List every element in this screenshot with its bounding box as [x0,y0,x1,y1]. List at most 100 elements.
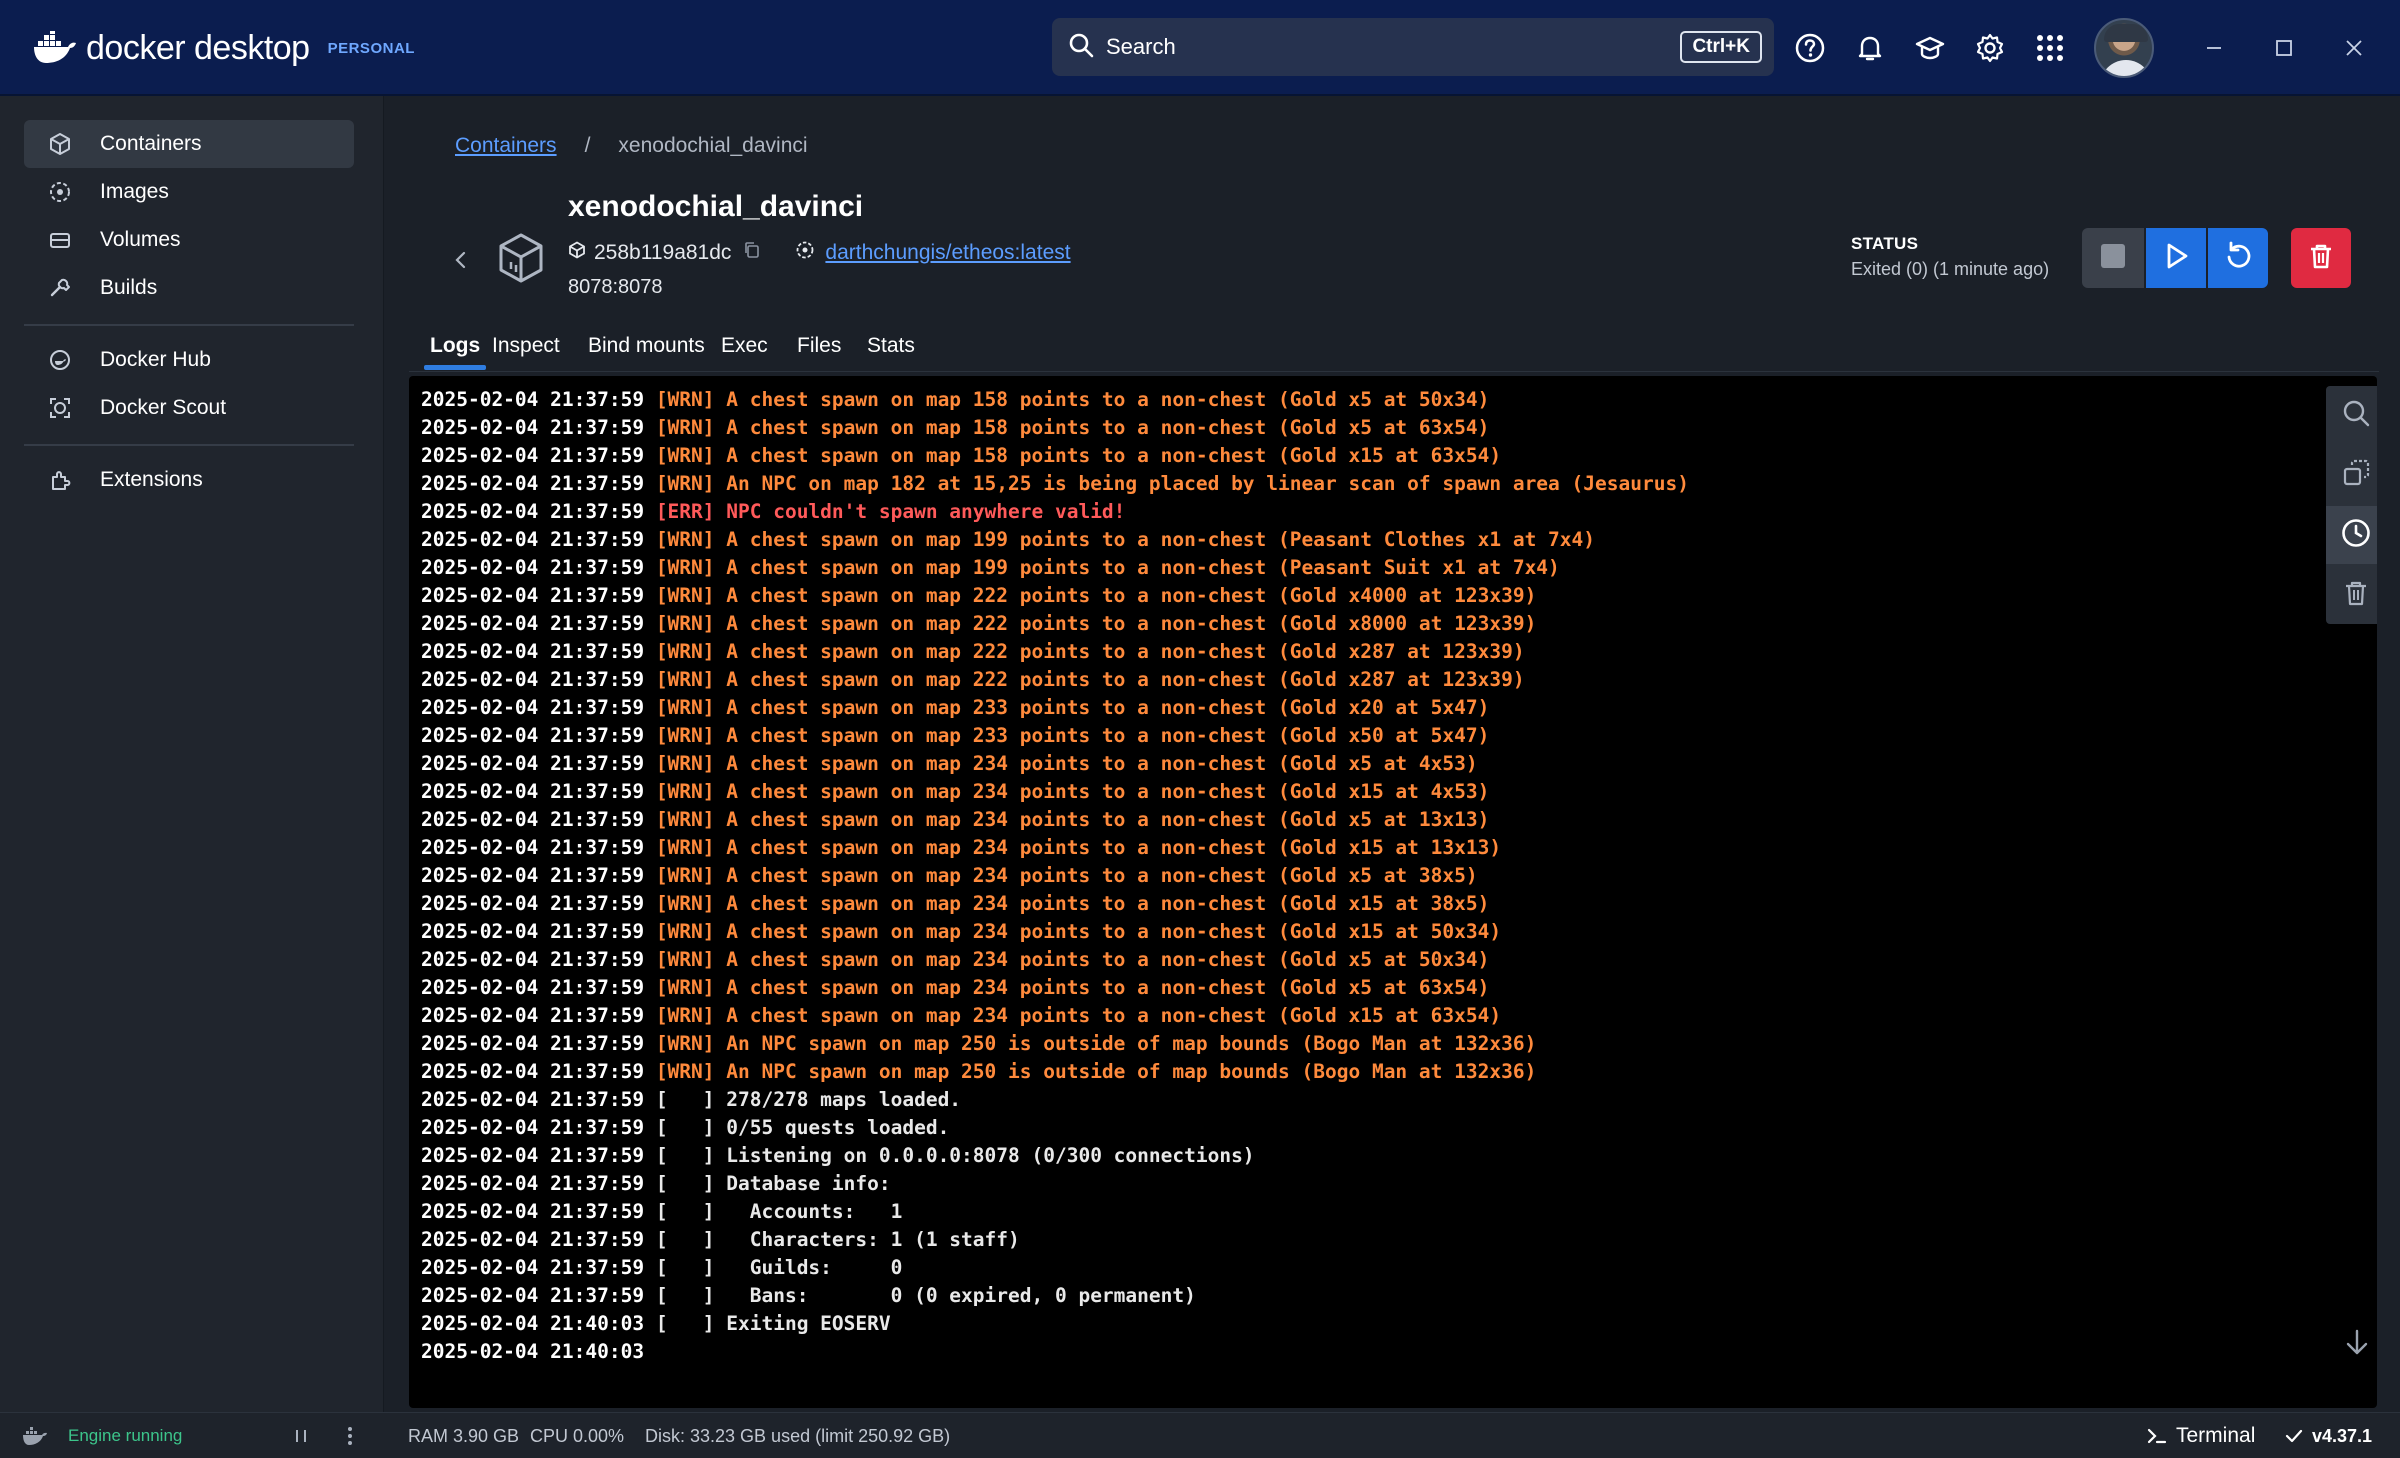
search-bar[interactable]: Search Ctrl+K [1052,18,1774,76]
log-message: [WRN] A chest spawn on map 222 points to… [655,668,1525,691]
minimize-window-icon[interactable] [2194,28,2234,68]
sidebar-item-docker-scout[interactable]: Docker Scout [24,384,354,432]
engine-status[interactable]: Engine running [68,1413,182,1458]
sidebar-item-extensions[interactable]: Extensions [24,456,354,504]
start-button[interactable] [2146,228,2206,288]
cpu-usage: CPU 0.00% [530,1425,625,1446]
apps-grid-icon[interactable] [2030,28,2070,68]
status-footer: Engine running RAM 3.90 GB CPU 0.00% Dis… [0,1412,2400,1458]
trash-icon [2306,241,2336,276]
container-name: xenodochial_davinci [568,190,864,223]
terminal-button[interactable]: Terminal [2146,1413,2255,1458]
more-options-icon[interactable] [344,1413,356,1458]
breadcrumb-containers-link[interactable]: Containers [455,134,557,158]
learning-center-icon[interactable] [1910,28,1950,68]
docker-scout-icon [46,394,74,422]
container-cube-icon [491,228,551,288]
scroll-to-bottom-button[interactable] [2339,1326,2375,1362]
log-timestamp: 2025-02-04 21:37:59 [421,808,645,831]
title-bar: docker desktop PERSONAL Search Ctrl+K [0,0,2400,96]
log-timestamp: 2025-02-04 21:37:59 [421,388,645,411]
user-avatar[interactable] [2094,18,2154,78]
copy-id-icon[interactable] [743,241,761,265]
log-line: 2025-02-04 21:37:59 [ ] Listening on 0.0… [421,1142,1689,1170]
clock-icon [2340,517,2372,554]
sidebar-item-containers[interactable]: Containers [24,120,354,168]
log-message: [WRN] A chest spawn on map 158 points to… [655,416,1490,439]
log-timestamp: 2025-02-04 21:37:59 [421,1228,645,1251]
active-tab-indicator [424,365,487,370]
log-timestamp: 2025-02-04 21:37:59 [421,1256,645,1279]
log-timestamp: 2025-02-04 21:37:59 [421,892,645,915]
log-timestamp: 2025-02-04 21:37:59 [421,1088,645,1111]
copy-icon [2341,458,2371,493]
sidebar-item-label: Containers [100,132,202,155]
help-icon[interactable] [1790,28,1830,68]
log-timestamp: 2025-02-04 21:37:59 [421,1144,645,1167]
maximize-window-icon[interactable] [2264,28,2304,68]
tab-inspect[interactable]: Inspect [492,312,560,372]
brand-name: docker desktop [86,28,310,67]
pause-engine-icon[interactable] [292,1413,310,1458]
log-message: [WRN] A chest spawn on map 234 points to… [655,808,1490,831]
settings-gear-icon[interactable] [1970,28,2010,68]
log-viewer[interactable]: 2025-02-04 21:37:59 [WRN] A chest spawn … [409,376,2377,1408]
log-timestamp: 2025-02-04 21:37:59 [421,1004,645,1027]
log-timestamp: 2025-02-04 21:37:59 [421,836,645,859]
tab-stats[interactable]: Stats [867,312,915,372]
search-icon [2341,398,2371,433]
log-line: 2025-02-04 21:40:03 [ ] Exiting EOSERV [421,1310,1689,1338]
ram-usage: RAM 3.90 GB [408,1425,520,1446]
log-message: [WRN] An NPC spawn on map 250 is outside… [655,1060,1537,1083]
tab-logs[interactable]: Logs [424,312,487,372]
log-timestamp: 2025-02-04 21:40:03 [421,1312,645,1335]
sidebar-divider [24,324,354,326]
log-message: [ ] 278/278 maps loaded. [655,1088,962,1111]
tab-bind-mounts[interactable]: Bind mounts [588,312,705,372]
log-timestamp: 2025-02-04 21:37:59 [421,1060,645,1083]
sidebar-item-images[interactable]: Images [24,168,354,216]
images-icon [46,178,74,206]
log-message: [WRN] A chest spawn on map 199 points to… [655,556,1560,579]
container-ports[interactable]: 8078:8078 [568,276,663,299]
log-line: 2025-02-04 21:37:59 [ ] Characters: 1 (1… [421,1226,1689,1254]
tab-exec[interactable]: Exec [721,312,768,372]
version-indicator[interactable]: v4.37.1 [2284,1413,2372,1458]
log-timestamp: 2025-02-04 21:37:59 [421,724,645,747]
delete-button[interactable] [2291,228,2351,288]
sidebar-item-docker-hub[interactable]: Docker Hub [24,336,354,384]
close-window-icon[interactable] [2334,28,2374,68]
log-line: 2025-02-04 21:37:59 [WRN] A chest spawn … [421,386,1689,414]
log-timestamp: 2025-02-04 21:37:59 [421,556,645,579]
log-message: [WRN] A chest spawn on map 234 points to… [655,1004,1502,1027]
tab-label: Stats [867,334,915,357]
sidebar-item-volumes[interactable]: Volumes [24,216,354,264]
back-chevron-icon[interactable] [445,244,477,276]
sidebar-item-label: Extensions [100,468,203,491]
log-line: 2025-02-04 21:37:59 [WRN] A chest spawn … [421,694,1689,722]
tab-label: Bind mounts [588,334,705,357]
log-copy-button[interactable] [2326,446,2377,504]
log-timestamp: 2025-02-04 21:37:59 [421,640,645,663]
log-message: [WRN] A chest spawn on map 234 points to… [655,948,1490,971]
container-image-link[interactable]: darthchungis/etheos:latest [825,241,1070,265]
tab-files[interactable]: Files [797,312,841,372]
restart-button[interactable] [2208,228,2268,288]
tab-label: Files [797,334,842,357]
log-message: [WRN] A chest spawn on map 234 points to… [655,780,1490,803]
sidebar-item-builds[interactable]: Builds [24,264,354,312]
stop-button[interactable] [2082,228,2144,288]
search-label: Search [1106,34,1176,59]
log-message: [WRN] A chest spawn on map 233 points to… [655,724,1490,747]
stop-icon [2098,241,2128,276]
log-search-button[interactable] [2326,386,2377,444]
log-line: 2025-02-04 21:37:59 [WRN] An NPC on map … [421,470,1689,498]
log-clear-button[interactable] [2326,566,2377,624]
log-timestamp: 2025-02-04 21:37:59 [421,528,645,551]
log-line: 2025-02-04 21:37:59 [WRN] A chest spawn … [421,638,1689,666]
log-timestamps-toggle[interactable] [2326,506,2377,564]
notifications-bell-icon[interactable] [1850,28,1890,68]
docker-hub-icon [46,346,74,374]
sidebar-divider [24,444,354,446]
log-line: 2025-02-04 21:37:59 [WRN] A chest spawn … [421,582,1689,610]
